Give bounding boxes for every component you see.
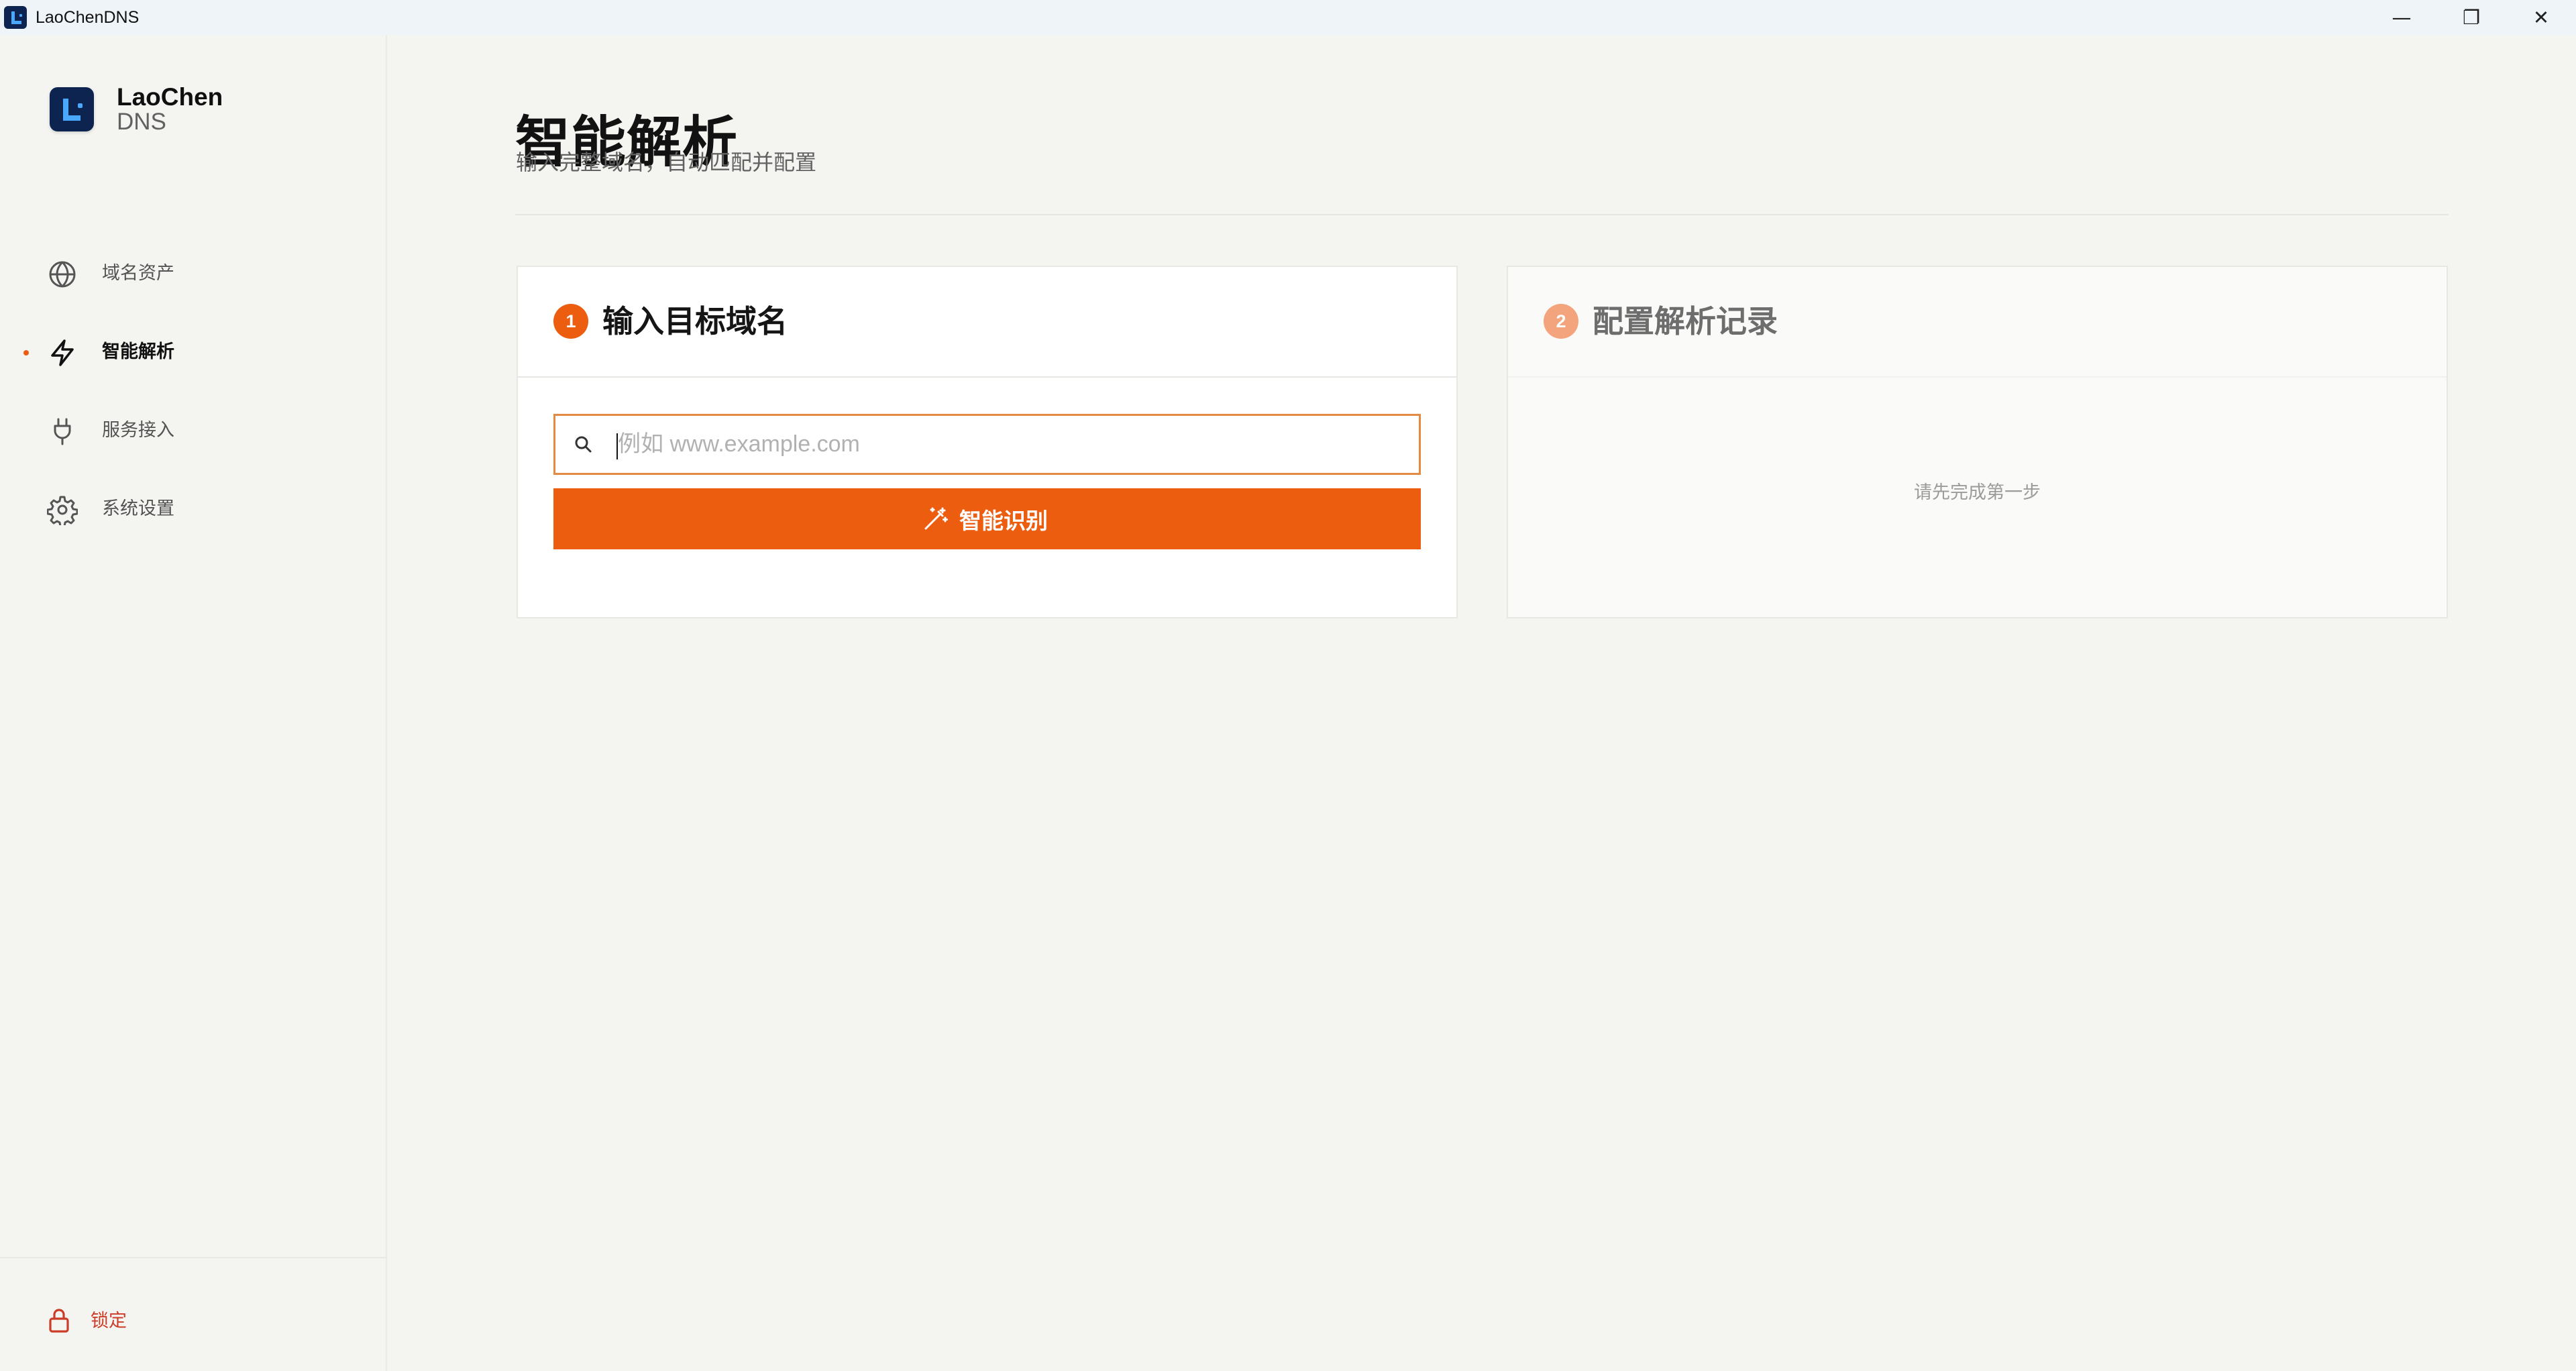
- main-content: 智能解析 输入完整域名，自动匹配并配置 1 输入目标域名 例如 www.exam…: [387, 35, 2576, 1371]
- active-indicator: [23, 350, 29, 355]
- sidebar-navigation: 域名资产 智能解析 服务接入 系统设置: [0, 235, 386, 549]
- step-1-card: 1 输入目标域名 例如 www.example.com 智能识别: [517, 266, 1458, 618]
- app-logo-icon: [4, 6, 27, 29]
- text-caret: [616, 433, 618, 459]
- brand-name: LaoChen: [117, 83, 223, 111]
- minimize-button[interactable]: —: [2367, 0, 2436, 35]
- laochen-logo-icon: [50, 87, 94, 131]
- step-1-header: 1 输入目标域名: [518, 267, 1456, 378]
- magic-wand-icon: [922, 506, 949, 532]
- window-titlebar: LaoChenDNS — ❐ ✕: [0, 0, 2576, 35]
- plug-icon: [47, 416, 78, 447]
- globe-icon: [47, 259, 78, 290]
- sidebar-item-smart-resolution[interactable]: 智能解析: [0, 313, 386, 392]
- step-2-badge: 2: [1544, 304, 1578, 339]
- sidebar-item-label: 服务接入: [102, 420, 174, 441]
- app-window: LaoChenDNS — ❐ ✕ LaoChen DNS 域名资产 智能解析 服…: [0, 0, 2576, 1371]
- brand-subtitle: DNS: [117, 109, 166, 135]
- sidebar-item-system-settings[interactable]: 系统设置: [0, 470, 386, 549]
- sidebar-item-label: 域名资产: [102, 263, 174, 284]
- search-icon: [573, 434, 594, 455]
- sidebar: LaoChen DNS 域名资产 智能解析 服务接入 系统设置 锁定: [0, 35, 387, 1371]
- step-1-title: 输入目标域名: [602, 303, 788, 339]
- step-2-header: 2 配置解析记录: [1508, 267, 2447, 378]
- header-divider: [515, 214, 2449, 215]
- step-2-empty-state: 请先完成第一步: [1914, 482, 2041, 503]
- sidebar-item-domain-assets[interactable]: 域名资产: [0, 235, 386, 313]
- restore-button[interactable]: ❐: [2436, 0, 2506, 35]
- step-1-badge: 1: [553, 304, 588, 339]
- lightning-icon: [47, 337, 78, 368]
- lock-icon: [46, 1307, 72, 1334]
- step-2-title: 配置解析记录: [1593, 303, 1778, 339]
- page-subtitle: 输入完整域名，自动匹配并配置: [516, 150, 817, 175]
- lock-label: 锁定: [91, 1310, 127, 1331]
- step-2-card: 2 配置解析记录 请先完成第一步: [1507, 266, 2448, 618]
- brand: LaoChen DNS: [50, 85, 223, 133]
- brand-text: LaoChen DNS: [117, 85, 223, 133]
- sidebar-item-label: 系统设置: [102, 498, 174, 519]
- sidebar-item-label: 智能解析: [102, 341, 174, 362]
- lock-button[interactable]: 锁定: [46, 1307, 127, 1334]
- smart-detect-button[interactable]: 智能识别: [553, 488, 1421, 549]
- window-title: LaoChenDNS: [36, 7, 140, 27]
- smart-detect-label: 智能识别: [959, 507, 1048, 534]
- window-controls: — ❐ ✕: [2367, 0, 2576, 35]
- sidebar-footer: 锁定: [0, 1257, 386, 1371]
- gear-icon: [47, 494, 78, 525]
- domain-search-box[interactable]: [553, 414, 1421, 475]
- sidebar-item-service-access[interactable]: 服务接入: [0, 392, 386, 470]
- close-button[interactable]: ✕: [2506, 0, 2576, 35]
- domain-input[interactable]: [615, 427, 1393, 461]
